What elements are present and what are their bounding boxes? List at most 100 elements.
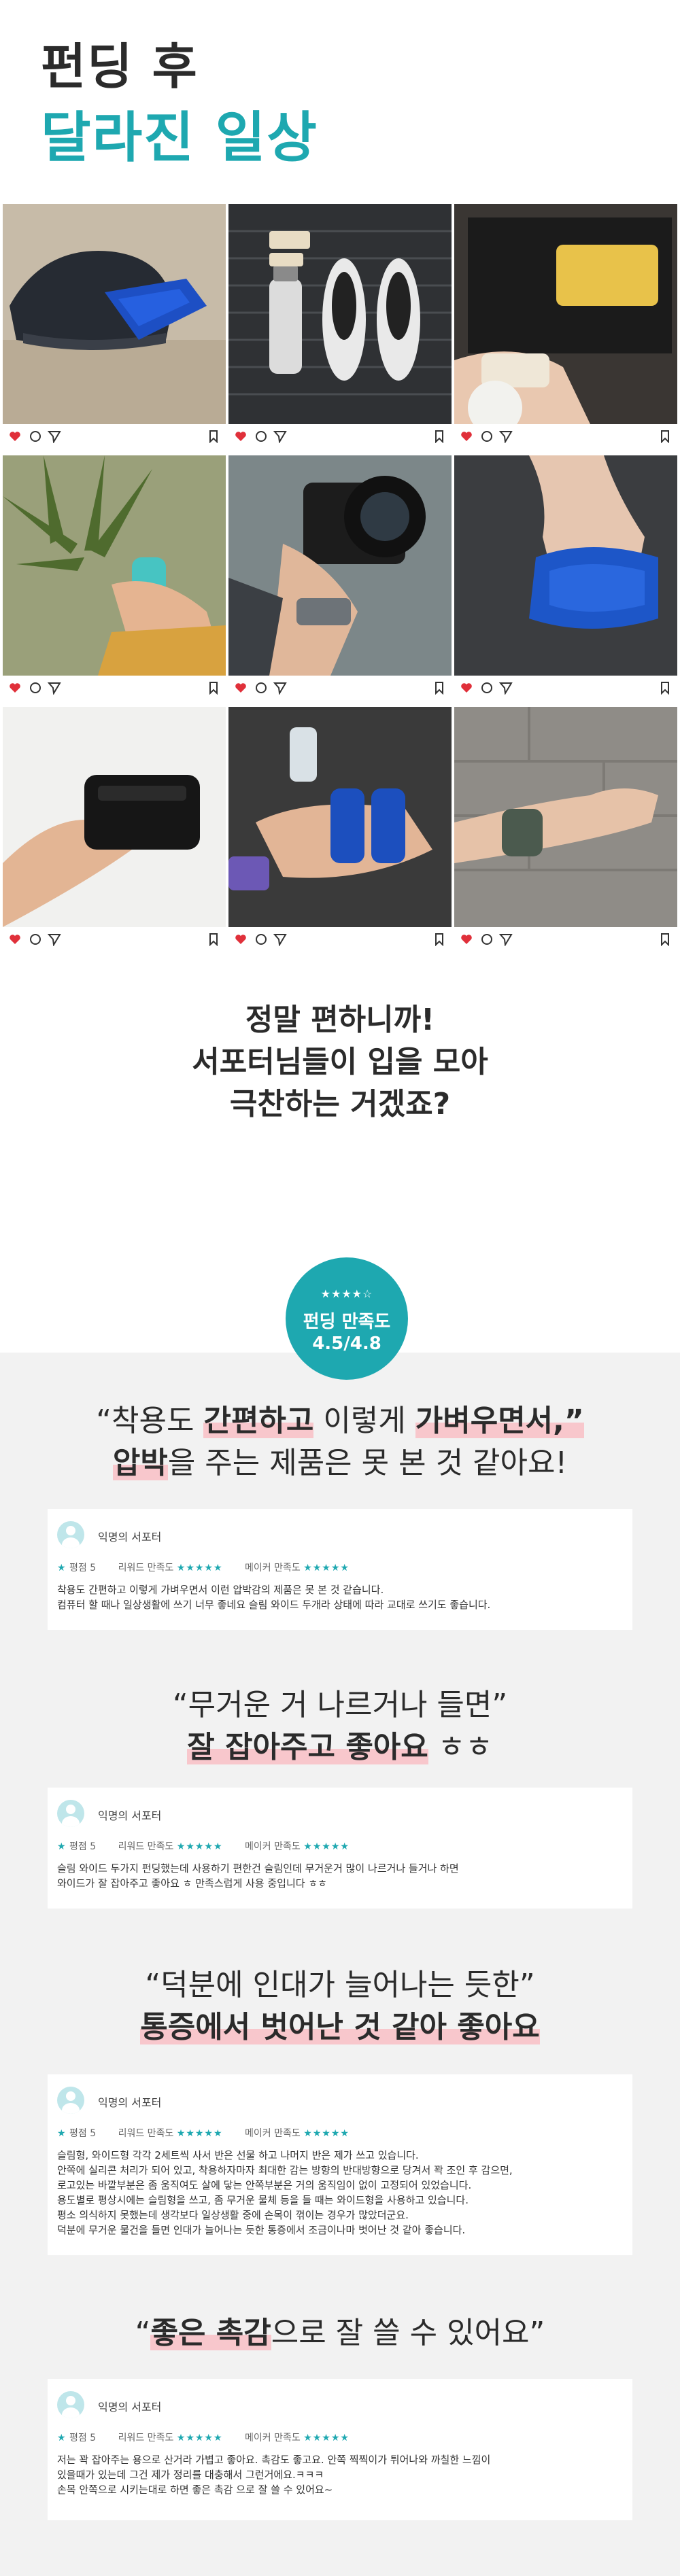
comment-icon[interactable] [29,933,42,946]
photo-wrist-band-desk[interactable] [454,455,677,676]
stars-icon: ★★★★★ [303,1841,350,1852]
maker-label: 메이커 만족도 [245,1841,301,1852]
heading-line1: 정말 편하니까! [245,1003,435,1037]
send-icon[interactable] [499,430,513,443]
review-quote: “덕분에 인대가 늘어나는 듯한” 통증에서 벗어난 것 같아 좋아요 [0,1964,680,2049]
photo-plant-watering[interactable] [3,455,226,676]
bookmark-icon[interactable] [432,681,446,695]
quote-highlight: 압박 [112,1446,168,1480]
post-action-bar [3,676,226,700]
send-icon[interactable] [48,681,61,695]
photo-folded-band-hand[interactable] [3,707,226,927]
post-action-bar [3,927,226,952]
bookmark-icon[interactable] [207,933,220,946]
send-icon[interactable] [273,430,287,443]
photo-tile[interactable] [454,204,677,449]
review-ratings: ★ 평점 5 리워드 만족도 ★★★★★ 메이커 만족도 ★★★★★ [57,2126,350,2140]
quote-text: “덕분에 인대가 늘어나는 듯한” [145,1968,535,2002]
comment-icon[interactable] [254,681,268,695]
photo-running-shoe-wrist-band[interactable] [3,204,226,424]
quote-text: ㅎㅎ [428,1730,493,1764]
review-line: 평소 의식하지 못했는데 생각보다 일상생활 중에 손목이 꺾이는 경우가 많았… [57,2209,409,2221]
send-icon[interactable] [48,933,61,946]
quote-text: “착용도 [96,1404,204,1438]
comment-icon[interactable] [29,681,42,695]
photo-tile[interactable] [3,707,226,952]
hero-title-line2: 달라진 일상 [41,106,318,169]
post-action-bar [228,676,452,700]
heart-icon[interactable] [8,933,22,946]
reward-label: 리워드 만족도 [118,2433,174,2443]
reviews-section: “착용도 간편하고 이렇게 가벼우면서,” 압박을 주는 제품은 못 본 것 같… [0,1353,680,2576]
review-card: 익명의 서포터 ★ 평점 5 리워드 만족도 ★★★★★ 메이커 만족도 ★★★… [48,1509,632,1630]
post-action-bar [3,424,226,449]
photo-tile[interactable] [3,455,226,700]
heart-icon[interactable] [460,430,473,443]
quote-highlight: 좋은 촉감 [150,2316,271,2350]
review-line: 저는 꽉 잡아주는 용으로 산거라 가볍고 좋아요. 촉감도 좋고요. 안쪽 찍… [57,2454,491,2466]
comment-icon[interactable] [480,430,494,443]
bookmark-icon[interactable] [207,681,220,695]
heart-icon[interactable] [460,933,473,946]
photo-sneakers-bottle-bands[interactable] [228,204,452,424]
heart-icon[interactable] [8,430,22,443]
bookmark-icon[interactable] [658,933,672,946]
send-icon[interactable] [48,430,61,443]
quote-highlight: 잘 잡아주고 좋아요 [187,1730,428,1764]
send-icon[interactable] [499,681,513,695]
send-icon[interactable] [273,681,287,695]
bookmark-icon[interactable] [658,681,672,695]
review-line: 슬림 와이드 두가지 펀딩했는데 사용하기 편한건 슬림인데 무거운거 많이 나… [57,1862,459,1875]
photo-camera-wrist-band[interactable] [228,455,452,676]
post-action-bar [228,927,452,952]
bookmark-icon[interactable] [658,430,672,443]
star-icon: ★ [57,2433,67,2443]
review-card: 익명의 서포터 ★ 평점 5 리워드 만족도 ★★★★★ 메이커 만족도 ★★★… [48,1788,632,1909]
heart-icon[interactable] [234,681,248,695]
comment-icon[interactable] [254,933,268,946]
quote-text: “ [135,2316,151,2350]
bookmark-icon[interactable] [432,430,446,443]
heart-icon[interactable] [234,430,248,443]
quote-text: 이렇게 [313,1404,415,1438]
photo-tile[interactable] [228,204,452,449]
photo-wrist-band-wall[interactable] [454,707,677,927]
rating-label: 평점 5 [69,1841,97,1852]
star-icon: ★ [57,1563,67,1573]
heart-icon[interactable] [234,933,248,946]
photo-cooking-wrist-band[interactable] [454,204,677,424]
comment-icon[interactable] [254,430,268,443]
photo-tile[interactable] [454,707,677,952]
photo-tile[interactable] [228,707,452,952]
comment-icon[interactable] [480,933,494,946]
photo-hand-two-bands[interactable] [228,707,452,927]
star-rating-icon: ★★★★☆ [320,1287,373,1300]
bookmark-icon[interactable] [432,933,446,946]
review-body: 착용도 간편하고 이렇게 가벼우면서 이런 압박감의 제품은 못 본 것 같습니… [57,1582,622,1612]
bookmark-icon[interactable] [207,430,220,443]
comment-icon[interactable] [29,430,42,443]
quote-highlight: 가벼우면서,” [415,1404,584,1438]
heart-icon[interactable] [460,681,473,695]
review-line: 손목 안쪽으로 시키는대로 하면 좋은 촉감 으로 잘 쓸 수 있어요~ [57,2484,333,2496]
review-line: 로고있는 바깥부분은 좀 움직여도 살에 닿는 안쪽부분은 거의 움직임이 없이… [57,2179,472,2191]
photo-tile[interactable] [454,455,677,700]
review-author: 익명의 서포터 [98,1809,162,1822]
review-ratings: ★ 평점 5 리워드 만족도 ★★★★★ 메이커 만족도 ★★★★★ [57,1561,350,1574]
hero-title: 펀딩 후 달라진 일상 [41,33,318,175]
review-body: 슬림 와이드 두가지 펀딩했는데 사용하기 편한건 슬림인데 무거운거 많이 나… [57,1861,622,1891]
photo-tile[interactable] [228,455,452,700]
post-action-bar [454,424,677,449]
avatar [57,2391,84,2418]
send-icon[interactable] [499,933,513,946]
heart-icon[interactable] [8,681,22,695]
stars-icon: ★★★★★ [303,1563,350,1573]
avatar [57,2087,84,2114]
review-line: 컴퓨터 할 때나 일상생활에 쓰기 너무 좋네요 슬림 와이드 두개라 상태에 … [57,1599,491,1611]
comment-icon[interactable] [480,681,494,695]
review-author: 익명의 서포터 [98,2096,162,2109]
send-icon[interactable] [273,933,287,946]
photo-tile[interactable] [3,204,226,449]
review-ratings: ★ 평점 5 리워드 만족도 ★★★★★ 메이커 만족도 ★★★★★ [57,1839,350,1853]
post-action-bar [454,676,677,700]
